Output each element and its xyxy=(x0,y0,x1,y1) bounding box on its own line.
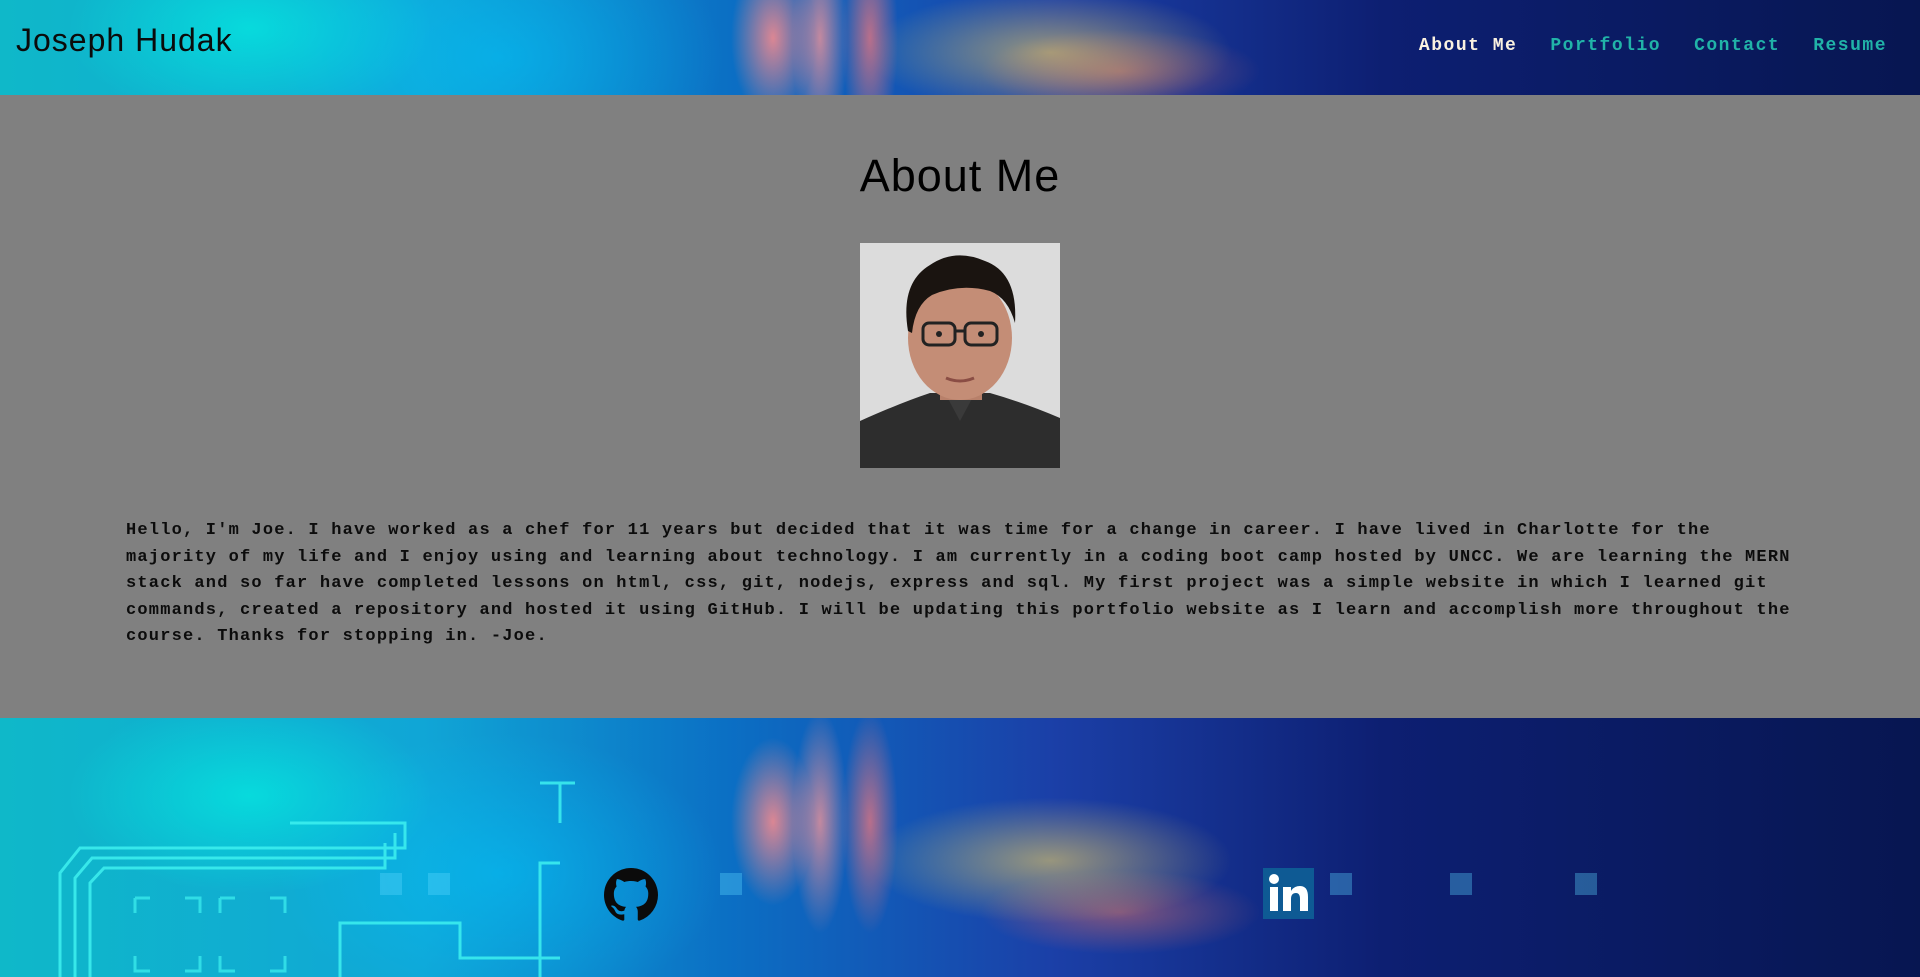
site-footer xyxy=(0,718,1920,977)
github-icon xyxy=(604,868,658,921)
nav-about-me[interactable]: About Me xyxy=(1419,36,1517,56)
nav-portfolio[interactable]: Portfolio xyxy=(1550,36,1661,56)
bio-text: Hello, I'm Joe. I have worked as a chef … xyxy=(126,521,1791,646)
profile-photo xyxy=(860,243,1060,468)
brand-name[interactable]: Joseph Hudak xyxy=(16,22,233,59)
nav-resume[interactable]: Resume xyxy=(1813,36,1887,56)
main-nav: About Me Portfolio Contact Resume xyxy=(1419,36,1887,56)
about-section: About Me Hello, I'm Joe. I have worked a… xyxy=(0,95,1920,718)
site-header: Joseph Hudak About Me Portfolio Contact … xyxy=(0,0,1920,95)
circuit-decoration xyxy=(58,781,1597,977)
nav-contact[interactable]: Contact xyxy=(1694,36,1780,56)
github-link[interactable] xyxy=(604,868,658,922)
linkedin-link[interactable] xyxy=(1263,868,1314,919)
page-title: About Me xyxy=(859,150,1061,201)
linkedin-icon xyxy=(1263,868,1314,919)
